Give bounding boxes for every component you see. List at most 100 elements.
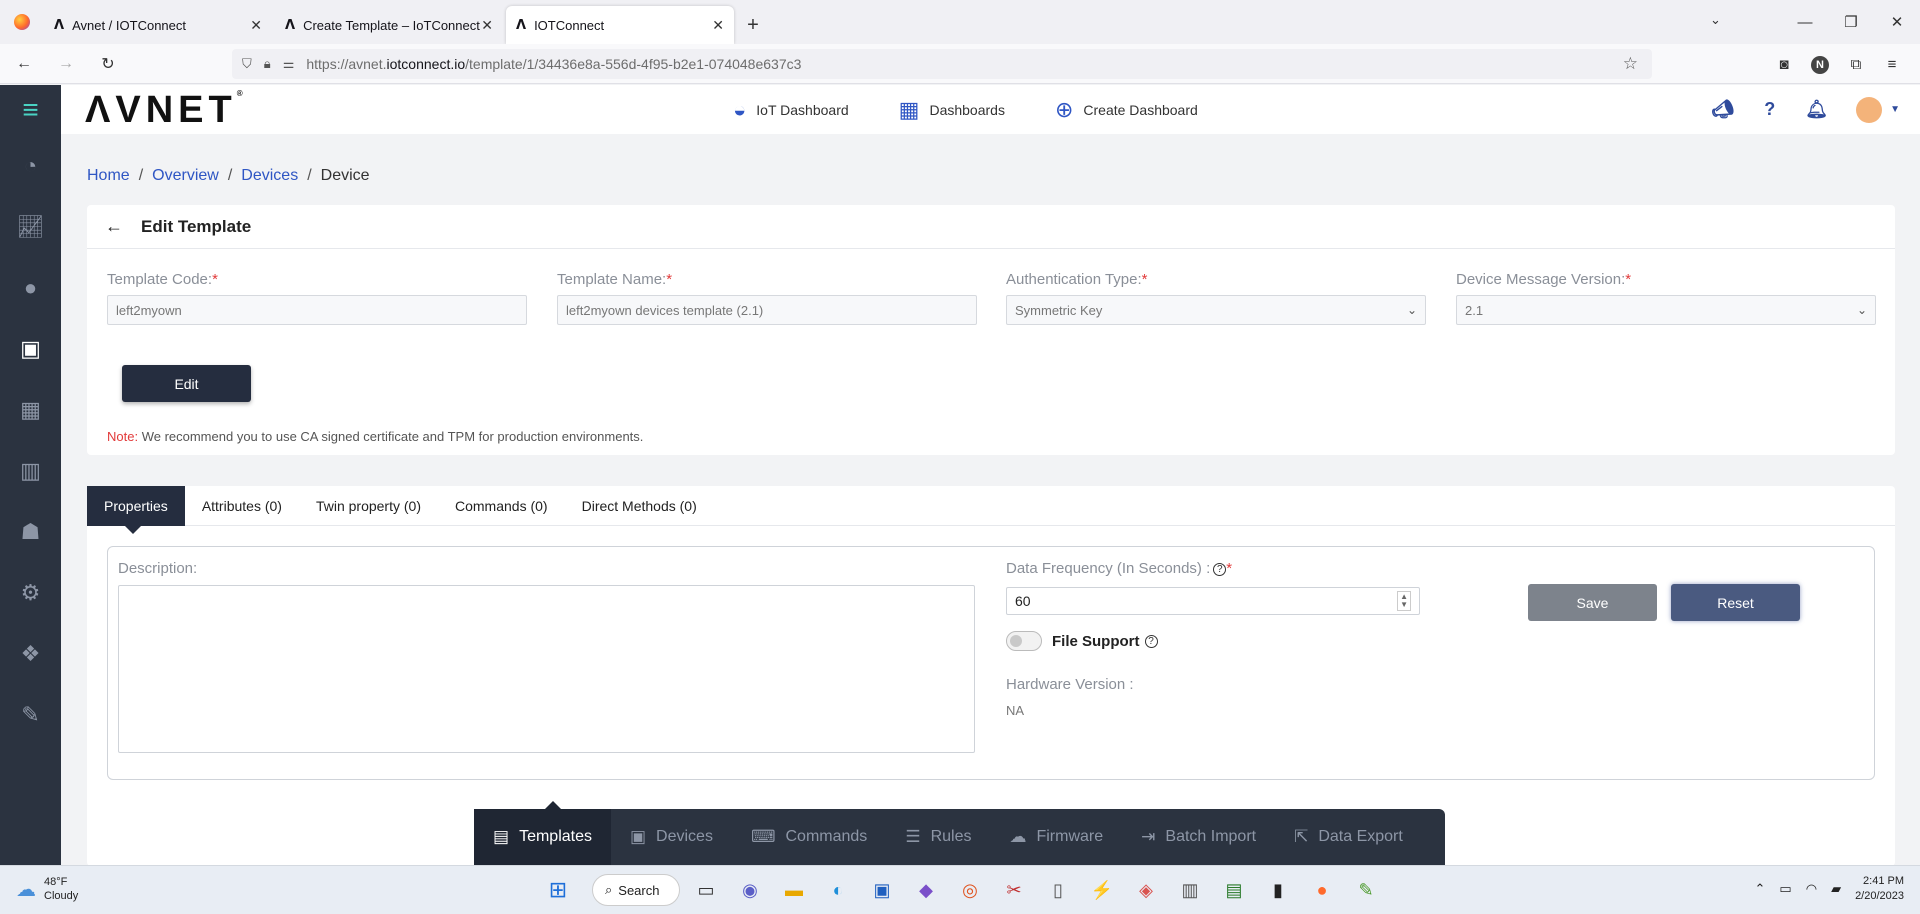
minimize-icon[interactable]: — <box>1782 14 1828 31</box>
edge-icon[interactable]: ◐ <box>820 872 856 908</box>
tab-properties[interactable]: Properties <box>87 486 185 534</box>
breadcrumb-overview[interactable]: Overview <box>152 167 219 184</box>
back-arrow-icon[interactable]: ← <box>6 55 42 73</box>
weather-widget[interactable]: ☁ 48°F Cloudy <box>16 875 78 903</box>
sidebar-item-reports[interactable]: ▥ <box>0 440 61 501</box>
hamburger-menu-icon[interactable]: ≡ <box>1874 56 1910 73</box>
bell-icon[interactable]: 🔔︎ <box>1805 99 1828 120</box>
tab-commands[interactable]: Commands (0) <box>438 486 565 526</box>
bookmark-star-icon[interactable]: ☆ <box>1623 54 1638 74</box>
pocket-icon[interactable]: ◙ <box>1766 56 1802 73</box>
edit-button[interactable]: Edit <box>122 365 251 402</box>
ubuntu-icon[interactable]: ◎ <box>952 872 988 908</box>
tab-title: Create Template – IoTConnect <box>303 17 480 33</box>
chevron-up-icon[interactable]: ⌃ <box>1755 881 1766 897</box>
nav-dashboards[interactable]: ▦ Dashboards <box>899 97 1005 123</box>
close-icon[interactable]: ✕ <box>712 17 724 34</box>
extensions-icon[interactable]: ⧉ <box>1838 56 1874 73</box>
browser-tab-create-template[interactable]: Λ Create Template – IoTConnect ✕ <box>275 6 503 44</box>
snipping-tool-icon[interactable]: ✂ <box>996 872 1032 908</box>
sidebar-item-analytics[interactable]: 📈︎ <box>0 196 61 257</box>
bottom-nav-rules[interactable]: ☰ Rules <box>886 809 990 865</box>
breadcrumb-devices[interactable]: Devices <box>241 167 298 184</box>
reset-button[interactable]: Reset <box>1671 584 1800 621</box>
nav-iot-dashboard[interactable]: ◒ IoT Dashboard <box>733 97 849 123</box>
shield-icon[interactable]: ⛉ <box>242 56 252 72</box>
system-clock[interactable]: 2:41 PM 2/20/2023 <box>1855 874 1904 904</box>
help-icon[interactable]: ? <box>1213 563 1227 576</box>
sidebar-item-groups[interactable]: ☗ <box>0 501 61 562</box>
network-icon[interactable]: ◠ <box>1806 881 1817 897</box>
menu-toggle-button[interactable]: ≡ <box>0 85 61 135</box>
bottom-nav-firmware[interactable]: ☁ Firmware <box>990 809 1122 865</box>
description-textarea[interactable] <box>118 585 975 753</box>
window-close-icon[interactable]: ✕ <box>1874 13 1920 31</box>
back-arrow-icon[interactable]: ← <box>105 216 123 237</box>
tab-attributes[interactable]: Attributes (0) <box>185 486 299 526</box>
data-frequency-input[interactable]: 60 ▲ ▼ <box>1006 587 1420 615</box>
file-explorer-icon[interactable]: ▬ <box>776 872 812 908</box>
battery-icon[interactable]: ▰ <box>1831 881 1841 897</box>
sidebar-item-dashboard[interactable]: ◔ <box>0 135 61 196</box>
forward-arrow-icon[interactable]: → <box>48 55 84 73</box>
bottom-nav-commands[interactable]: ⌨ Commands <box>732 809 886 865</box>
windows-start-icon[interactable]: ⊞ <box>540 872 576 908</box>
terminal-app-icon[interactable]: ▤ <box>1216 872 1252 908</box>
display-icon[interactable]: ▭ <box>1779 881 1791 897</box>
url-bar[interactable]: ⛉ 🔒︎ ⚌ https://avnet.iotconnect.io/templ… <box>232 49 1652 79</box>
save-button[interactable]: Save <box>1528 584 1657 621</box>
close-icon[interactable]: ✕ <box>481 17 493 34</box>
bottom-nav-devices[interactable]: ▣ Devices <box>611 809 732 865</box>
sidebar-item-settings[interactable]: ⚙ <box>0 562 61 623</box>
tab-twin-property[interactable]: Twin property (0) <box>299 486 438 526</box>
browser-tab-iotconnect[interactable]: Λ IOTConnect ✕ <box>506 6 734 44</box>
restore-icon[interactable]: ❐ <box>1828 13 1874 31</box>
new-tab-button[interactable]: + <box>737 6 769 44</box>
bottom-nav-batch-import[interactable]: ⇥ Batch Import <box>1122 809 1275 865</box>
file-support-toggle[interactable] <box>1006 631 1042 651</box>
breadcrumb-home[interactable]: Home <box>87 167 130 184</box>
firefox-taskbar-icon[interactable]: ● <box>1304 872 1340 908</box>
sidebar-item-users[interactable]: ● <box>0 257 61 318</box>
power-automate-icon[interactable]: ⚡ <box>1084 872 1120 908</box>
number-spinner[interactable]: ▲ ▼ <box>1397 591 1411 611</box>
bottom-nav-data-export[interactable]: ⇱ Data Export <box>1275 809 1422 865</box>
sidebar-item-tickets[interactable]: ✎ <box>0 684 61 745</box>
sidebar-item-devices[interactable]: ▣ <box>0 318 61 379</box>
template-code-input[interactable]: left2myown <box>107 295 527 325</box>
profile-button[interactable]: N <box>1802 55 1838 74</box>
lock-icon[interactable]: 🔒︎ <box>264 56 271 72</box>
task-view-icon[interactable]: ▭ <box>688 872 724 908</box>
app-sidebar: ≡ ◔ 📈︎ ● ▣ ▦ ▥ ☗ ⚙ ❖ ✎ <box>0 85 61 865</box>
auth-type-select[interactable]: Symmetric Key ⌄ <box>1006 295 1426 325</box>
store-icon[interactable]: ▣ <box>864 872 900 908</box>
clipboard-icon[interactable]: ▥ <box>1172 872 1208 908</box>
help-icon[interactable]: ? <box>1764 99 1775 120</box>
reload-icon[interactable]: ↻ <box>90 54 126 74</box>
chevron-down-icon[interactable]: ⌄ <box>1710 12 1721 28</box>
help-icon[interactable]: ? <box>1144 634 1158 648</box>
firefox-icon[interactable] <box>0 0 44 44</box>
browser-tab-avnet[interactable]: Λ Avnet / IOTConnect ✕ <box>44 6 272 44</box>
sidebar-item-calendar[interactable]: ▦ <box>0 379 61 440</box>
sidebar-item-solutions[interactable]: ❖ <box>0 623 61 684</box>
close-icon[interactable]: ✕ <box>250 17 262 34</box>
command-prompt-icon[interactable]: ▮ <box>1260 872 1296 908</box>
avnet-logo[interactable]: ΛVNET® <box>85 89 243 132</box>
caret-down-icon[interactable]: ▼ <box>1890 104 1900 115</box>
visual-studio-icon[interactable]: ◆ <box>908 872 944 908</box>
bottom-nav-templates[interactable]: ▤ Templates <box>474 809 611 865</box>
template-name-input[interactable]: left2myown devices template (2.1) <box>557 295 977 325</box>
nav-create-dashboard[interactable]: ⊕ Create Dashboard <box>1055 97 1198 123</box>
avatar[interactable] <box>1856 96 1883 123</box>
tab-direct-methods[interactable]: Direct Methods (0) <box>565 486 714 526</box>
notepad-icon[interactable]: ▯ <box>1040 872 1076 908</box>
megaphone-icon[interactable]: 📣︎ <box>1711 99 1734 120</box>
taskbar-search[interactable]: ⌕ Search <box>592 874 680 906</box>
notepad-plus-icon[interactable]: ✎ <box>1348 872 1384 908</box>
teams-icon[interactable]: ◉ <box>732 872 768 908</box>
permissions-icon[interactable]: ⚌ <box>283 56 295 72</box>
url-text[interactable]: https://avnet.iotconnect.io/template/1/3… <box>306 56 801 72</box>
git-icon[interactable]: ◈ <box>1128 872 1164 908</box>
message-version-select[interactable]: 2.1 ⌄ <box>1456 295 1876 325</box>
